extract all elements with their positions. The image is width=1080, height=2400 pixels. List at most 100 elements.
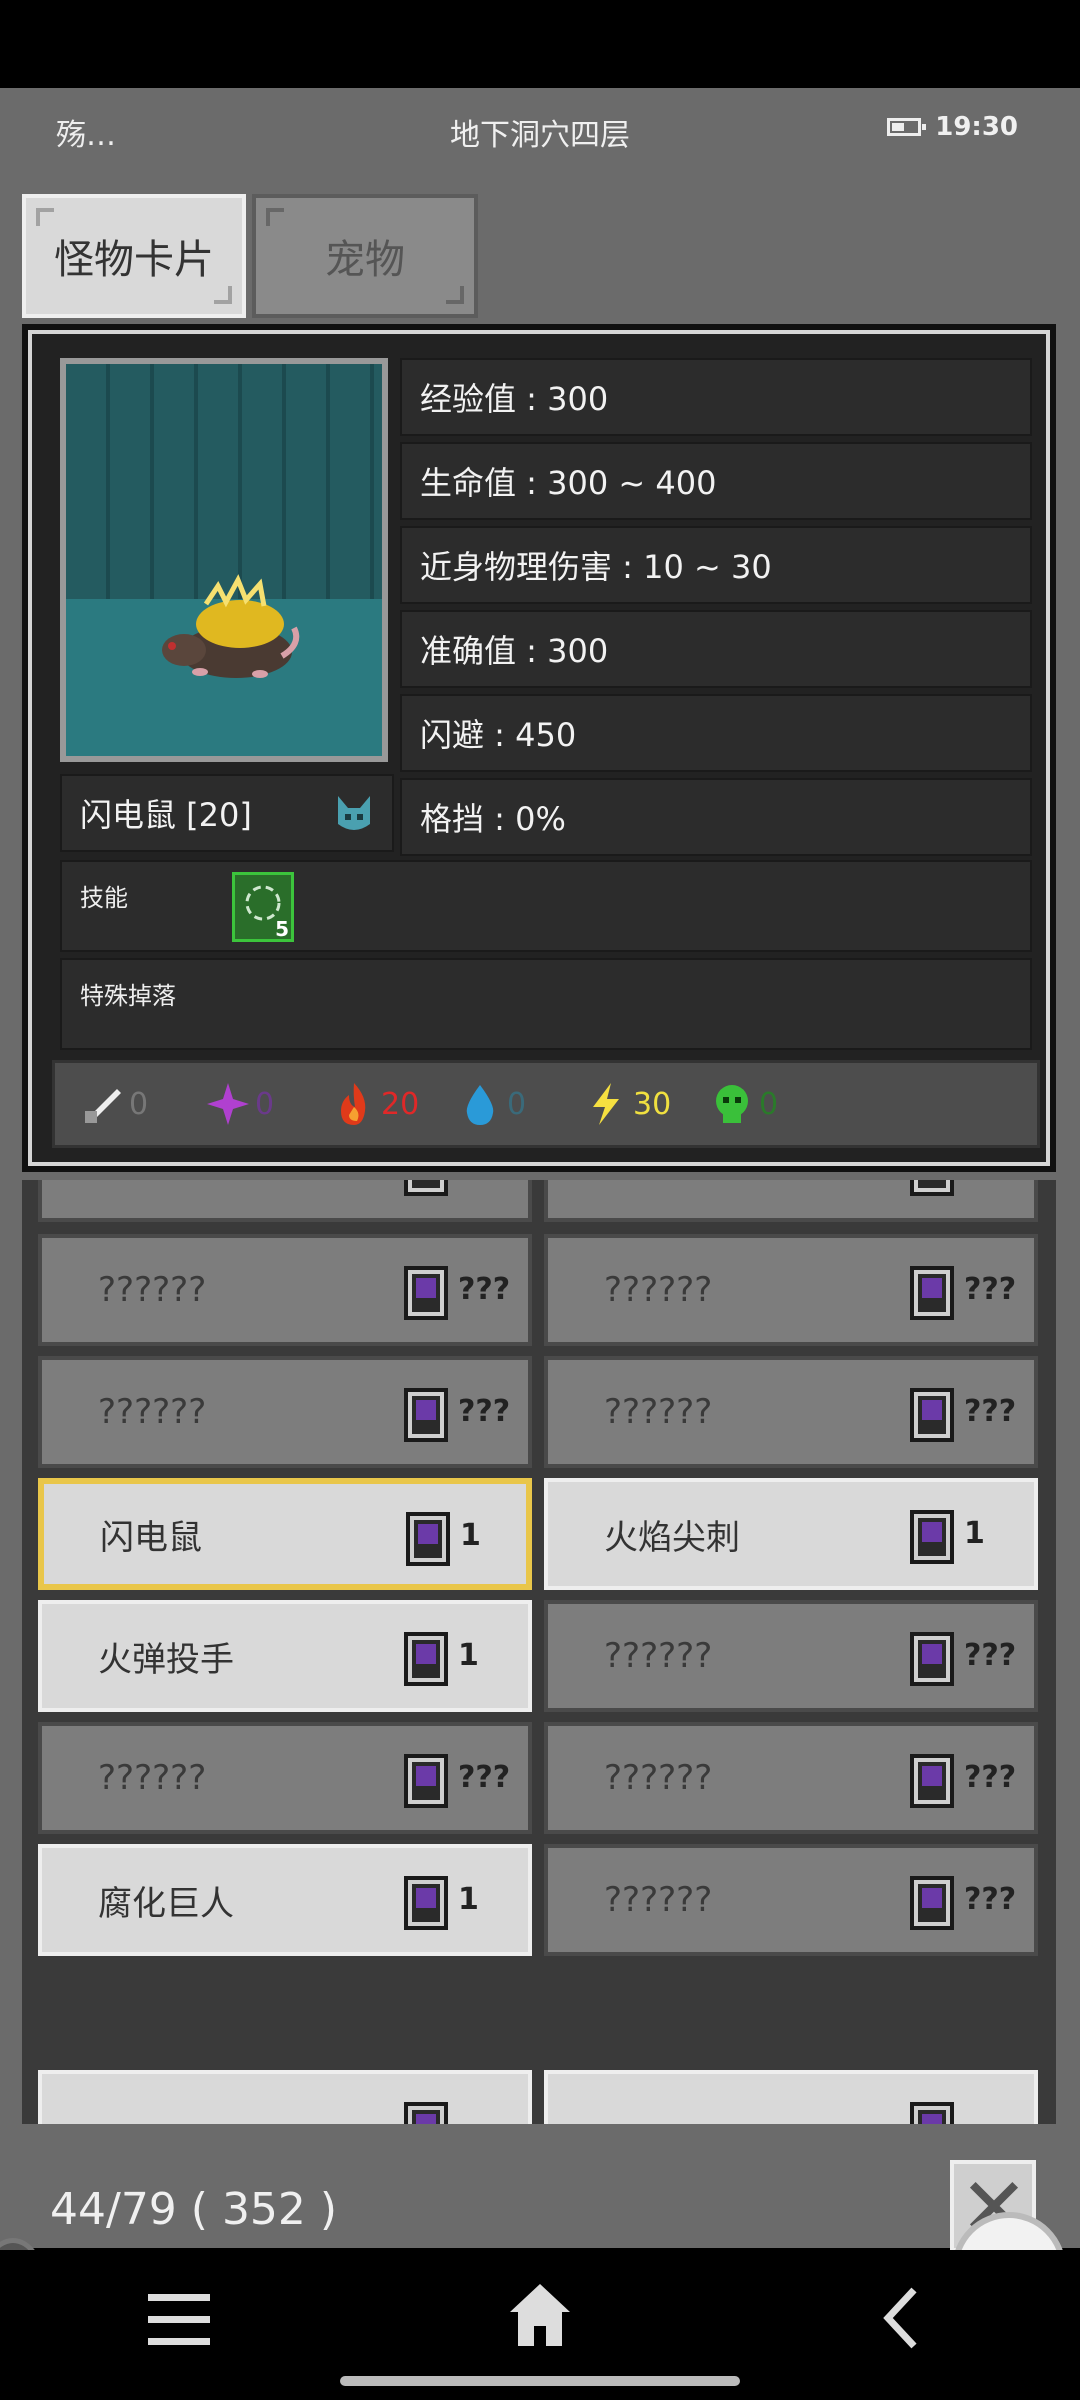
monster-card-list[interactable]: ???????????????????????????????????? 闪电鼠 1… xyxy=(22,1180,1056,2124)
fire-icon xyxy=(341,1083,366,1125)
resistance-poison: 0 xyxy=(709,1081,835,1127)
lightning-rat-sprite xyxy=(162,574,300,678)
resistance-physical-value: 0 xyxy=(129,1086,149,1122)
monster-card-count: 1 xyxy=(458,1882,479,1917)
card-row: ?????????????????? xyxy=(38,1722,1040,1834)
monster-card[interactable]: ????????? xyxy=(544,1234,1038,1346)
home-icon[interactable] xyxy=(506,2280,574,2350)
resistance-lightning-value: 30 xyxy=(633,1086,672,1122)
monster-card-count: ??? xyxy=(458,1394,511,1429)
tab-pets[interactable]: 宠物 xyxy=(252,194,478,318)
monster-card[interactable]: ????????? xyxy=(38,1722,532,1834)
monster-card[interactable]: 火弹投手 1 xyxy=(38,1600,532,1712)
water-icon xyxy=(466,1085,494,1125)
special-drops-label: 特殊掉落 xyxy=(80,982,176,1010)
collection-progress: 44/79 ( 352 ) xyxy=(50,2184,338,2235)
stat-melee-damage: 近身物理伤害 : 10 ~ 30 xyxy=(400,526,1032,604)
monster-card[interactable]: ????????? xyxy=(38,1356,532,1468)
battery-icon xyxy=(887,118,927,136)
card-icon xyxy=(404,1632,448,1686)
monster-portrait xyxy=(60,358,388,762)
card-icon xyxy=(404,1180,448,1196)
card-row: 闪电鼠 1 火焰尖刺 1 xyxy=(38,1478,1040,1590)
tab-pets-label: 宠物 xyxy=(325,237,405,283)
monster-card-name: ?????? xyxy=(98,1270,207,1310)
resistance-arcane-value: 0 xyxy=(255,1086,275,1122)
lightning-icon xyxy=(593,1083,619,1125)
monster-card-count: 1 xyxy=(964,1516,985,1551)
stat-health: 生命值 : 300 ~ 400 xyxy=(400,442,1032,520)
tab-corner-decoration xyxy=(214,286,232,304)
special-drops-row: 特殊掉落 xyxy=(60,958,1032,1050)
monster-card-name: ?????? xyxy=(604,1636,713,1676)
resistance-lightning: 30 xyxy=(583,1081,709,1127)
pet-icon[interactable] xyxy=(330,790,378,838)
game-top-bar: 殇… 地下洞穴四层 19:30 xyxy=(0,88,1080,168)
card-icon xyxy=(910,1632,954,1686)
skills-row: 技能 5 xyxy=(60,860,1032,952)
monster-card[interactable] xyxy=(544,1180,1038,1222)
card-icon xyxy=(910,1388,954,1442)
game-screen: 殇… 地下洞穴四层 19:30 怪物卡片 宠物 经验值: 300 生命值: … xyxy=(0,88,1080,2334)
stat-evasion: 闪避 : 450 xyxy=(400,694,1032,772)
resistance-fire-value: 20 xyxy=(381,1086,420,1122)
resistance-bar: 0 0 20 0 30 0 xyxy=(52,1060,1040,1148)
system-status-bar xyxy=(0,0,1080,88)
monster-card[interactable]: 火焰尖刺 1 xyxy=(544,1478,1038,1590)
skills-label: 技能 xyxy=(80,884,128,912)
monster-name-box: 闪电鼠 [20] xyxy=(60,774,394,852)
monster-card[interactable]: ????????? xyxy=(544,1356,1038,1468)
monster-info-panel: 经验值 : 300 生命值 : 300 ~ 400 近身物理伤害 : 10 ~ … xyxy=(22,324,1056,1172)
monster-card-count: ??? xyxy=(964,1638,1017,1673)
card-icon xyxy=(910,1266,954,1320)
monster-card[interactable] xyxy=(544,2070,1038,2124)
back-icon[interactable] xyxy=(880,2286,920,2350)
monster-card[interactable] xyxy=(38,2070,532,2124)
resistance-fire: 20 xyxy=(331,1081,457,1127)
monster-card-count: 1 xyxy=(458,1638,479,1673)
monster-card[interactable]: ????????? xyxy=(544,1600,1038,1712)
card-icon xyxy=(404,1388,448,1442)
monster-card-count: ??? xyxy=(458,1760,511,1795)
clock-time: 19:30 xyxy=(935,112,1018,142)
monster-card[interactable]: ????????? xyxy=(544,1722,1038,1834)
tab-monster-cards-label: 怪物卡片 xyxy=(54,237,214,283)
dungeon-wall xyxy=(66,364,382,600)
monster-card[interactable]: ????????? xyxy=(38,1234,532,1346)
gesture-handle[interactable] xyxy=(340,2376,740,2386)
skill-level: 5 xyxy=(275,917,289,941)
resistance-water-value: 0 xyxy=(507,1086,527,1122)
card-icon xyxy=(404,1876,448,1930)
monster-name: 闪电鼠 [20] xyxy=(80,796,252,834)
monster-card-count: ??? xyxy=(964,1394,1017,1429)
tab-monster-cards[interactable]: 怪物卡片 xyxy=(22,194,246,318)
menu-icon[interactable] xyxy=(148,2294,210,2346)
stat-accuracy: 准确值 : 300 xyxy=(400,610,1032,688)
card-icon xyxy=(404,1266,448,1320)
monster-card-count: 1 xyxy=(460,1518,481,1553)
arcane-icon xyxy=(207,1083,249,1125)
card-row: 火弹投手 1????????? xyxy=(38,1600,1040,1712)
monster-card[interactable]: 闪电鼠 1 xyxy=(38,1478,532,1590)
monster-card[interactable]: ????????? xyxy=(544,1844,1038,1956)
monster-card[interactable]: 腐化巨人 1 xyxy=(38,1844,532,1956)
tab-corner-decoration xyxy=(446,286,464,304)
monster-card-name: ?????? xyxy=(604,1270,713,1310)
monster-card-name: 火焰尖刺 xyxy=(604,1517,740,1558)
card-icon xyxy=(910,1180,954,1196)
physical-icon xyxy=(85,1089,121,1123)
card-icon xyxy=(910,1876,954,1930)
card-row-partial-top xyxy=(38,1180,1040,1222)
monster-card-name: ?????? xyxy=(604,1392,713,1432)
resistance-water: 0 xyxy=(457,1081,583,1127)
card-icon xyxy=(404,1754,448,1808)
card-row: 腐化巨人 1????????? xyxy=(38,1844,1040,1956)
tab-corner-decoration xyxy=(266,208,284,226)
card-icon xyxy=(910,1754,954,1808)
skill-icon[interactable]: 5 xyxy=(232,872,294,942)
monster-card[interactable] xyxy=(38,1180,532,1222)
tab-corner-decoration xyxy=(36,208,54,226)
card-row-partial-bottom xyxy=(38,2070,1040,2124)
monster-card-name: ?????? xyxy=(604,1880,713,1920)
resistance-physical: 0 xyxy=(79,1081,205,1127)
